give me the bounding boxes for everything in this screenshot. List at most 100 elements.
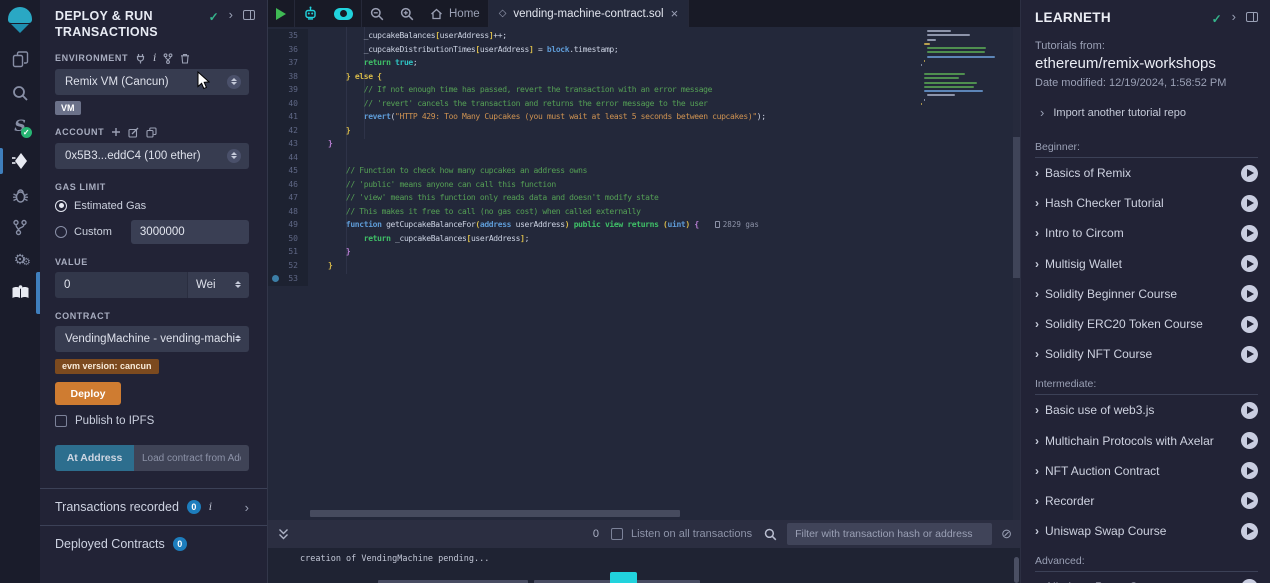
panel-expand-icon[interactable]: ›	[1232, 12, 1236, 22]
play-icon[interactable]	[1241, 316, 1258, 333]
estimated-gas-radio[interactable]	[55, 200, 67, 212]
code-line[interactable]: 47 // 'view' means this function only re…	[268, 191, 1020, 205]
clear-console-icon[interactable]: ⊘	[1001, 526, 1012, 542]
terminal-search-icon[interactable]	[764, 528, 777, 541]
play-icon[interactable]	[1241, 523, 1258, 540]
code-line[interactable]: 42 }	[268, 124, 1020, 138]
debug-button-clipped[interactable]	[610, 572, 637, 583]
play-icon[interactable]	[1241, 402, 1258, 419]
publish-ipfs-checkbox[interactable]	[55, 415, 67, 427]
run-script-button[interactable]	[268, 0, 294, 27]
code-line[interactable]: 35 _cupcakeBalances[userAddress]++;	[268, 29, 1020, 43]
line-number[interactable]: 38	[268, 70, 308, 84]
code-line[interactable]: 40 // 'revert' cancels the transaction a…	[268, 97, 1020, 111]
edit-account-icon[interactable]	[128, 127, 139, 138]
deployed-contracts-row[interactable]: Deployed Contracts 0	[55, 526, 249, 562]
code-line[interactable]: 44	[268, 151, 1020, 165]
solidity-compiler-icon[interactable]: S✓	[0, 110, 40, 140]
breakpoint-dot[interactable]	[272, 275, 279, 282]
editor-horizontal-scrollbar[interactable]	[310, 510, 680, 517]
code-line[interactable]: 50 return _cupcakeBalances[userAddress];	[268, 232, 1020, 246]
line-number[interactable]: 41	[268, 110, 308, 124]
environment-select[interactable]: Remix VM (Cancun)	[55, 69, 249, 95]
line-number[interactable]: 46	[268, 178, 308, 192]
zoom-in-icon[interactable]	[392, 0, 422, 27]
tutorial-item[interactable]: ›Multisig Wallet	[1035, 249, 1258, 279]
line-number[interactable]: 35	[268, 29, 308, 43]
delete-environment-icon[interactable]	[180, 53, 190, 64]
fork-environment-icon[interactable]	[163, 53, 173, 64]
tutorial-item[interactable]: ›Uniswap Swap Course	[1035, 516, 1258, 546]
play-icon[interactable]	[1241, 346, 1258, 363]
deploy-button[interactable]: Deploy	[55, 382, 121, 405]
file-tab-vending-machine[interactable]: ◇ vending-machine-contract.sol ×	[489, 0, 689, 27]
tutorial-item[interactable]: ›All about Proxy Contracts	[1035, 572, 1258, 583]
chevron-right-icon[interactable]: ›	[245, 500, 249, 515]
git-branch-icon[interactable]	[0, 212, 40, 242]
code-line[interactable]: 49 function getCupcakeBalanceFor(address…	[268, 218, 1020, 232]
tutorial-item[interactable]: ›Hash Checker Tutorial	[1035, 188, 1258, 218]
line-number[interactable]: 53	[268, 272, 308, 286]
tutorial-item[interactable]: ›Intro to Circom	[1035, 218, 1258, 248]
play-icon[interactable]	[1241, 195, 1258, 212]
terminal-output[interactable]: creation of VendingMachine pending...	[268, 548, 1020, 583]
code-line[interactable]: 43}	[268, 137, 1020, 151]
pin-panel-icon[interactable]	[243, 10, 255, 20]
copy-address-icon[interactable]	[146, 127, 157, 138]
line-number[interactable]: 49	[268, 218, 308, 232]
play-icon[interactable]	[1241, 462, 1258, 479]
close-tab-icon[interactable]: ×	[671, 7, 679, 20]
contract-select[interactable]: VendingMachine - vending-machin	[55, 326, 249, 352]
custom-gas-radio[interactable]	[55, 226, 67, 238]
code-line[interactable]: 36 _cupcakeDistributionTimes[userAddress…	[268, 43, 1020, 57]
play-icon[interactable]	[1241, 255, 1258, 272]
at-address-input[interactable]	[134, 445, 249, 471]
home-tab[interactable]: Home	[422, 0, 488, 27]
plug-icon[interactable]	[135, 53, 146, 64]
code-line[interactable]: 51 }	[268, 245, 1020, 259]
pin-panel-icon[interactable]	[1246, 12, 1258, 22]
at-address-button[interactable]: At Address	[55, 445, 134, 471]
learneth-plugin-icon[interactable]	[0, 278, 40, 308]
import-tutorial-repo[interactable]: › Import another tutorial repo	[1035, 107, 1258, 119]
line-number[interactable]: 51	[268, 245, 308, 259]
line-number[interactable]: 44	[268, 151, 308, 165]
environment-info-icon[interactable]: i	[153, 53, 156, 64]
listen-all-checkbox[interactable]	[611, 528, 623, 540]
tutorial-item[interactable]: ›NFT Auction Contract	[1035, 456, 1258, 486]
tutorial-item[interactable]: ›Solidity Beginner Course	[1035, 279, 1258, 309]
value-unit-select[interactable]: Wei	[187, 272, 249, 298]
code-line[interactable]: 45 // Function to check how many cupcake…	[268, 164, 1020, 178]
terminal-scrollbar[interactable]	[1014, 557, 1019, 583]
search-icon[interactable]	[0, 78, 40, 108]
line-number[interactable]: 48	[268, 205, 308, 219]
code-line[interactable]: 41 revert("HTTP 429: Too Many Cupcakes (…	[268, 110, 1020, 124]
line-number[interactable]: 50	[268, 232, 308, 246]
collapse-terminal-icon[interactable]	[278, 528, 289, 540]
tutorial-item[interactable]: ›Basics of Remix	[1035, 158, 1258, 188]
line-number[interactable]: 43	[268, 137, 308, 151]
tutorial-item[interactable]: ›Solidity ERC20 Token Course	[1035, 309, 1258, 339]
custom-gas-input[interactable]	[131, 220, 249, 244]
code-line[interactable]: 38 } else {	[268, 70, 1020, 84]
code-editor[interactable]: 35 _cupcakeBalances[userAddress]++;36 _c…	[268, 27, 1020, 520]
zoom-out-icon[interactable]	[362, 0, 392, 27]
line-number[interactable]: 36	[268, 43, 308, 57]
create-account-icon[interactable]	[111, 127, 121, 137]
code-line[interactable]: 53	[268, 272, 1020, 286]
ai-copilot-icon[interactable]	[295, 0, 326, 27]
line-number[interactable]: 37	[268, 56, 308, 70]
play-icon[interactable]	[1241, 285, 1258, 302]
file-explorer-icon[interactable]	[0, 44, 40, 74]
terminal-filter-input[interactable]	[787, 523, 992, 545]
play-icon[interactable]	[1241, 225, 1258, 242]
remix-logo[interactable]	[0, 5, 40, 35]
deploy-and-run-icon[interactable]	[0, 146, 40, 176]
tutorial-item[interactable]: ›Solidity NFT Course	[1035, 339, 1258, 369]
play-icon[interactable]	[1241, 432, 1258, 449]
play-icon[interactable]	[1241, 579, 1258, 583]
tutorial-item[interactable]: ›Basic use of web3.js	[1035, 395, 1258, 425]
play-icon[interactable]	[1241, 165, 1258, 182]
value-input[interactable]	[55, 272, 187, 298]
code-line[interactable]: 37 return true;	[268, 56, 1020, 70]
